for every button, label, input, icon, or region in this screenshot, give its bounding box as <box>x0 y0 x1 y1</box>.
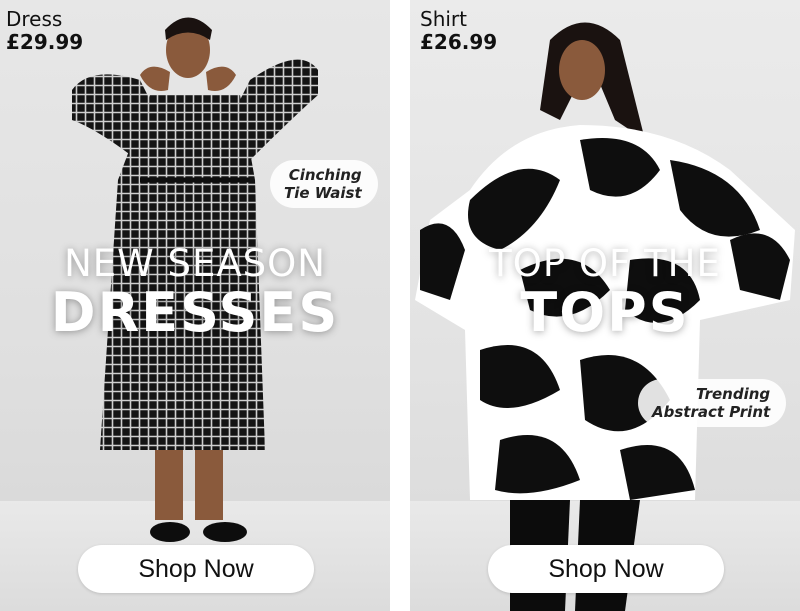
callout-line1: Cinching <box>288 166 362 184</box>
headline-line1: NEW SEASON <box>64 242 326 285</box>
promo-headline: TOP OF THE TOPS <box>410 243 800 341</box>
callout-line2: Tie Waist <box>284 184 362 202</box>
feature-callout: Trending Abstract Print <box>638 379 787 427</box>
headline-line2: TOPS <box>520 281 690 344</box>
headline-line1: TOP OF THE <box>489 242 721 285</box>
shop-now-button[interactable]: Shop Now <box>78 545 314 593</box>
feature-callout: Cinching Tie Waist <box>270 160 378 208</box>
product-price: £29.99 <box>6 30 84 54</box>
price-tag: Shirt £26.99 <box>420 8 497 54</box>
dress-promo-card[interactable]: Dress £29.99 Cinching Tie Waist NEW SEAS… <box>0 0 390 611</box>
product-name: Dress <box>6 7 63 31</box>
shop-now-button[interactable]: Shop Now <box>488 545 724 593</box>
product-price: £26.99 <box>420 30 498 54</box>
price-tag: Dress £29.99 <box>6 8 83 54</box>
shirt-promo-card[interactable]: Shirt £26.99 TOP OF THE TOPS Trending Ab… <box>410 0 800 611</box>
callout-line2: Abstract Print <box>652 403 771 421</box>
promo-headline: NEW SEASON DRESSES <box>0 243 390 341</box>
callout-line1: Trending <box>696 385 771 403</box>
product-name: Shirt <box>420 7 467 31</box>
headline-line2: DRESSES <box>50 281 340 344</box>
